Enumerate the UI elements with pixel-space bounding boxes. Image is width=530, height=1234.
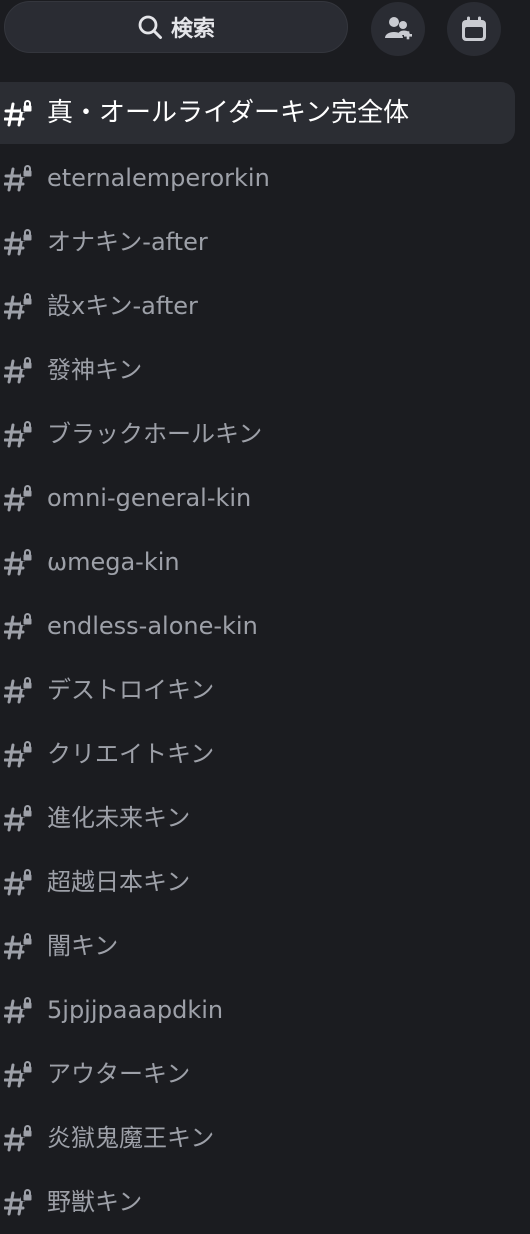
- top-bar: 検索: [0, 0, 530, 68]
- channel-item[interactable]: ブラックホールキン: [0, 402, 530, 466]
- add-member-icon: [383, 14, 413, 44]
- channel-item[interactable]: ωmega-kin: [0, 530, 530, 594]
- channel-name: 發神キン: [47, 356, 143, 384]
- locked-hash-icon: [4, 739, 36, 769]
- locked-hash-icon: [4, 547, 36, 577]
- channel-name: 野獣キン: [47, 1188, 143, 1216]
- channel-name: 炎獄鬼魔王キン: [47, 1124, 215, 1152]
- locked-hash-icon: [4, 163, 36, 193]
- channel-list: 真・オールライダーキン完全体 eternalemperorkin オナキン-afte…: [0, 82, 530, 1234]
- channel-name: 設xキン-after: [47, 292, 198, 320]
- channel-name: omni-general-kin: [47, 484, 252, 512]
- channel-item[interactable]: 進化未来キン: [0, 786, 530, 850]
- channel-name: ブラックホールキン: [47, 420, 263, 448]
- locked-hash-icon: [4, 611, 36, 641]
- locked-hash-icon: [4, 1123, 36, 1153]
- channel-item[interactable]: デストロイキン: [0, 658, 530, 722]
- locked-hash-icon: [4, 675, 36, 705]
- search-icon: [137, 14, 163, 40]
- channel-item[interactable]: endless-alone-kin: [0, 594, 530, 658]
- channel-item[interactable]: 闇キン: [0, 914, 530, 978]
- locked-hash-icon: [4, 419, 36, 449]
- channel-item[interactable]: eternalemperorkin: [0, 146, 530, 210]
- locked-hash-icon: [4, 1059, 36, 1089]
- channel-item[interactable]: 炎獄鬼魔王キン: [0, 1106, 530, 1170]
- locked-hash-icon: [4, 803, 36, 833]
- channel-item[interactable]: 5jpjjpaaapdkin: [0, 978, 530, 1042]
- channel-name: 5jpjjpaaapdkin: [47, 996, 224, 1024]
- channel-item[interactable]: 真・オールライダーキン完全体: [0, 82, 515, 144]
- channel-name: 闇キン: [47, 932, 119, 960]
- channel-name: 進化未来キン: [47, 804, 191, 832]
- channel-item[interactable]: 超越日本キン: [0, 850, 530, 914]
- channel-name: クリエイトキン: [47, 740, 215, 768]
- channel-name: 真・オールライダーキン完全体: [47, 98, 410, 128]
- locked-hash-icon: [4, 227, 36, 257]
- locked-hash-icon: [4, 931, 36, 961]
- channel-item[interactable]: 野獣キン: [0, 1170, 530, 1234]
- channel-name: endless-alone-kin: [47, 612, 258, 640]
- locked-hash-icon: [4, 867, 36, 897]
- channel-name: 超越日本キン: [47, 868, 191, 896]
- search-bar[interactable]: 検索: [4, 1, 348, 53]
- locked-hash-icon: [4, 355, 36, 385]
- channel-name: ωmega-kin: [47, 548, 180, 576]
- locked-hash-icon: [4, 483, 36, 513]
- locked-hash-icon: [4, 995, 36, 1025]
- channel-item[interactable]: omni-general-kin: [0, 466, 530, 530]
- events-button[interactable]: [447, 2, 501, 56]
- add-member-button[interactable]: [371, 2, 425, 56]
- channel-item[interactable]: アウターキン: [0, 1042, 530, 1106]
- locked-hash-icon: [4, 98, 36, 128]
- channel-item[interactable]: オナキン-after: [0, 210, 530, 274]
- channel-item[interactable]: 發神キン: [0, 338, 530, 402]
- calendar-icon: [460, 15, 488, 43]
- channel-item[interactable]: クリエイトキン: [0, 722, 530, 786]
- channel-name: オナキン-after: [47, 228, 208, 256]
- locked-hash-icon: [4, 1187, 36, 1217]
- channel-name: デストロイキン: [47, 676, 215, 704]
- locked-hash-icon: [4, 291, 36, 321]
- search-label: 検索: [170, 17, 215, 42]
- channel-item[interactable]: 設xキン-after: [0, 274, 530, 338]
- channel-name: eternalemperorkin: [47, 164, 270, 192]
- channel-name: アウターキン: [47, 1060, 191, 1088]
